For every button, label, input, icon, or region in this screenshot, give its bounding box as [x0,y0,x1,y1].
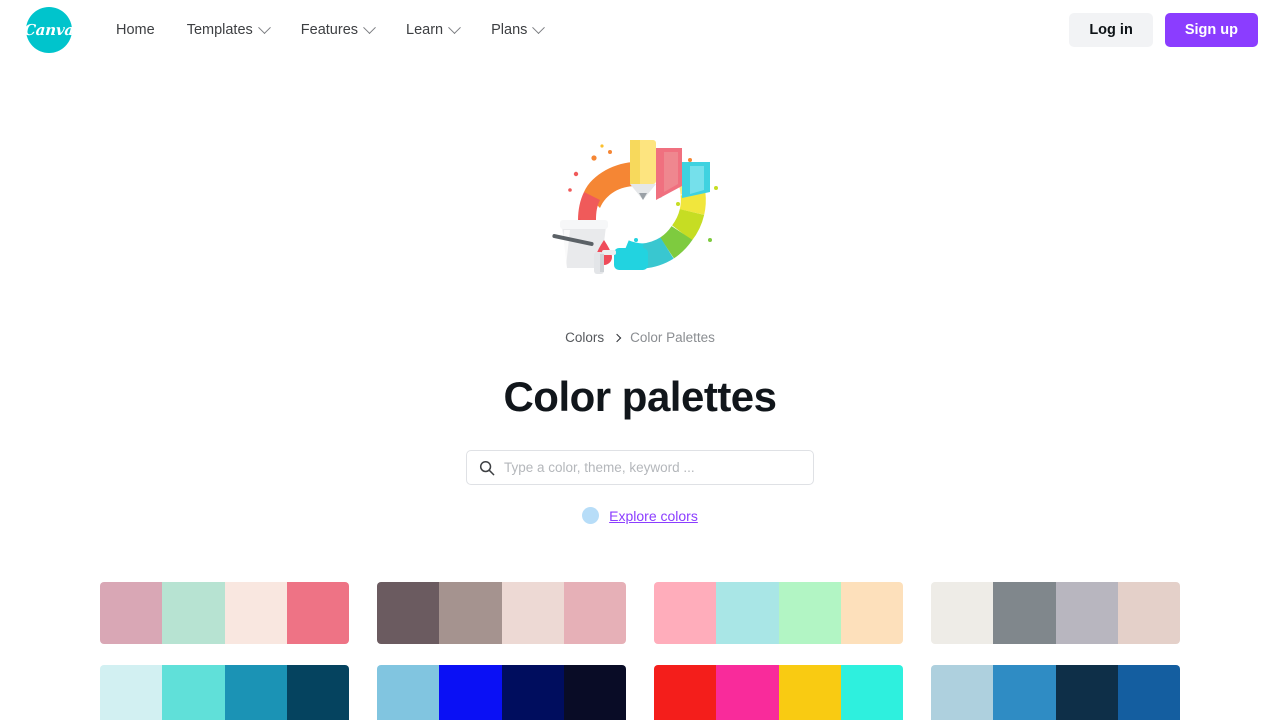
palette-swatch[interactable] [1055,582,1118,644]
palette-grid [100,582,1180,720]
palette-swatch[interactable] [563,582,626,644]
page-title: Color palettes [503,373,777,420]
palette-swatch[interactable] [286,582,349,644]
palette-card[interactable] [654,665,903,720]
palette-card[interactable] [931,582,1180,644]
palette-swatch[interactable] [840,665,903,720]
login-button[interactable]: Log in [1069,13,1153,47]
palette-swatch[interactable] [1055,665,1118,720]
explore-colors-link[interactable]: Explore colors [609,508,698,524]
palette-swatch[interactable] [931,582,994,644]
nav-item-templates-label: Templates [186,22,253,38]
nav-item-learn-label: Learn [406,22,444,38]
color-wheel-illustration [552,140,718,274]
search-bar[interactable] [466,450,814,485]
palette-swatch[interactable] [501,665,564,720]
chevron-right-icon [612,333,622,342]
palette-swatch[interactable] [563,665,626,720]
palette-swatch[interactable] [716,582,779,644]
palette-swatch[interactable] [1117,665,1180,720]
palette-swatch[interactable] [377,665,440,720]
palette-swatch[interactable] [162,582,225,644]
palette-card[interactable] [100,665,349,720]
palette-swatch[interactable] [654,665,717,720]
nav-item-home[interactable]: Home [100,14,171,46]
palette-swatch[interactable] [716,665,779,720]
palette-swatch[interactable] [501,582,564,644]
palette-swatch[interactable] [993,665,1056,720]
breadcrumb-item-colors[interactable]: Colors [565,330,604,345]
palette-swatch[interactable] [224,582,287,644]
palette-swatch[interactable] [778,582,841,644]
header-actions: Log in Sign up [1069,13,1258,47]
main-navigation: Home Templates Features Learn Plans [100,14,559,46]
nav-item-plans[interactable]: Plans [475,14,559,46]
nav-item-learn[interactable]: Learn [390,14,475,46]
search-icon [479,460,495,475]
palette-card[interactable] [377,582,626,644]
nav-item-plans-label: Plans [491,22,528,38]
color-dot-icon [582,507,600,524]
palette-swatch[interactable] [931,665,994,720]
hero-section: Colors Color Palettes Color palettes Exp… [0,60,1280,524]
palette-swatch[interactable] [100,665,163,720]
search-input[interactable] [504,460,801,475]
palette-card[interactable] [654,582,903,644]
palette-swatch[interactable] [224,665,287,720]
chevron-down-icon [532,20,546,34]
breadcrumb: Colors Color Palettes [565,330,715,345]
palette-swatch[interactable] [840,582,903,644]
palette-swatch[interactable] [377,582,440,644]
palette-swatch[interactable] [778,665,841,720]
palette-swatch[interactable] [1117,582,1180,644]
nav-item-templates[interactable]: Templates [171,14,285,46]
palette-swatch[interactable] [439,665,502,720]
palette-swatch[interactable] [993,582,1056,644]
chevron-down-icon [257,20,271,34]
signup-button[interactable]: Sign up [1164,13,1258,47]
chevron-down-icon [363,20,376,34]
breadcrumb-item-current: Color Palettes [630,330,715,345]
palette-card[interactable] [377,665,626,720]
palette-swatch[interactable] [439,582,502,644]
palette-swatch[interactable] [162,665,225,720]
chevron-down-icon [448,20,461,34]
nav-item-home-label: Home [116,22,155,38]
palette-swatch[interactable] [286,665,349,720]
palette-card[interactable] [931,665,1180,720]
canva-logo[interactable]: Canva [23,7,75,53]
explore-colors-row: Explore colors [582,507,698,524]
canva-logo-text: Canva [23,21,75,39]
palette-swatch[interactable] [654,582,717,644]
palette-card[interactable] [100,582,349,644]
palette-swatch[interactable] [100,582,163,644]
nav-item-features[interactable]: Features [285,14,390,46]
site-header: Canva Home Templates Features Learn Plan… [0,0,1280,60]
nav-item-features-label: Features [300,22,359,38]
